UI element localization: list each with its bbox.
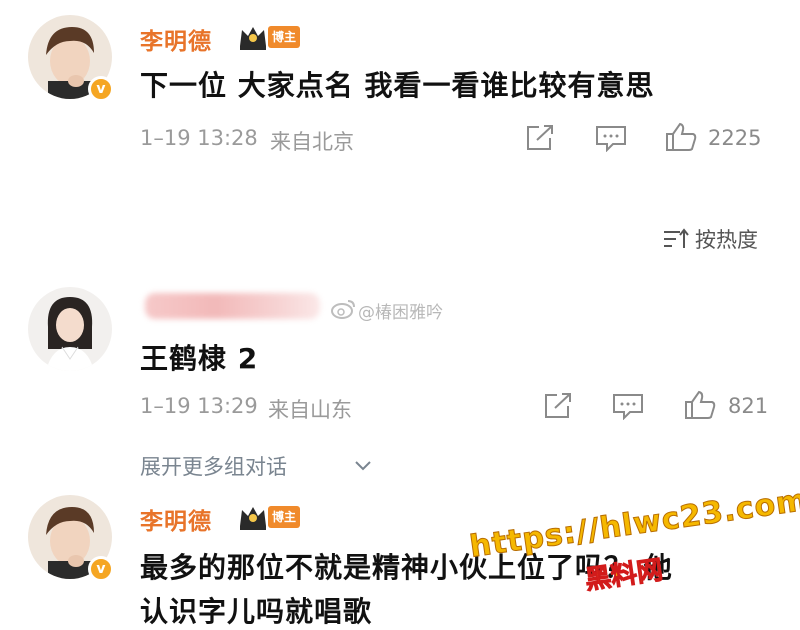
watermark-source: @椿困雅吟	[358, 303, 443, 323]
like-count: 2225	[708, 126, 762, 150]
expand-conversations-link[interactable]: 展开更多组对话	[140, 451, 287, 481]
comment-icon[interactable]	[595, 124, 627, 152]
comment-text: 下一位 大家点名 我看一看谁比较有意思	[140, 69, 655, 102]
comment-text: 王鹤棣 2	[140, 342, 259, 375]
crown-icon	[240, 27, 266, 50]
comment-location: 来自北京	[270, 130, 354, 154]
blurred-username	[145, 293, 320, 319]
like-icon[interactable]	[665, 122, 697, 152]
comment-location: 来自山东	[268, 398, 352, 422]
crown-icon	[240, 507, 266, 530]
author-tag: 博主	[268, 506, 301, 528]
comment-date: 1–19 13:29	[140, 394, 258, 418]
username[interactable]: 李明德	[140, 22, 212, 56]
share-icon[interactable]	[525, 124, 555, 152]
verified-badge-icon: v	[88, 76, 114, 102]
weibo-logo-icon	[331, 300, 355, 319]
avatar[interactable]	[28, 287, 112, 371]
sort-icon[interactable]	[662, 228, 690, 250]
like-count: 821	[728, 394, 769, 418]
comment-date: 1–19 13:28	[140, 126, 258, 150]
comment-icon[interactable]	[612, 392, 644, 420]
verified-badge-icon: v	[88, 556, 114, 582]
comment-text-line-2: 认识字儿吗就唱歌	[140, 595, 373, 628]
share-icon[interactable]	[543, 392, 573, 420]
chevron-down-icon	[355, 461, 371, 471]
sort-by-hot-button[interactable]: 按热度	[695, 224, 758, 254]
author-tag: 博主	[268, 26, 301, 48]
like-icon[interactable]	[684, 390, 716, 420]
username[interactable]: 李明德	[140, 502, 212, 536]
